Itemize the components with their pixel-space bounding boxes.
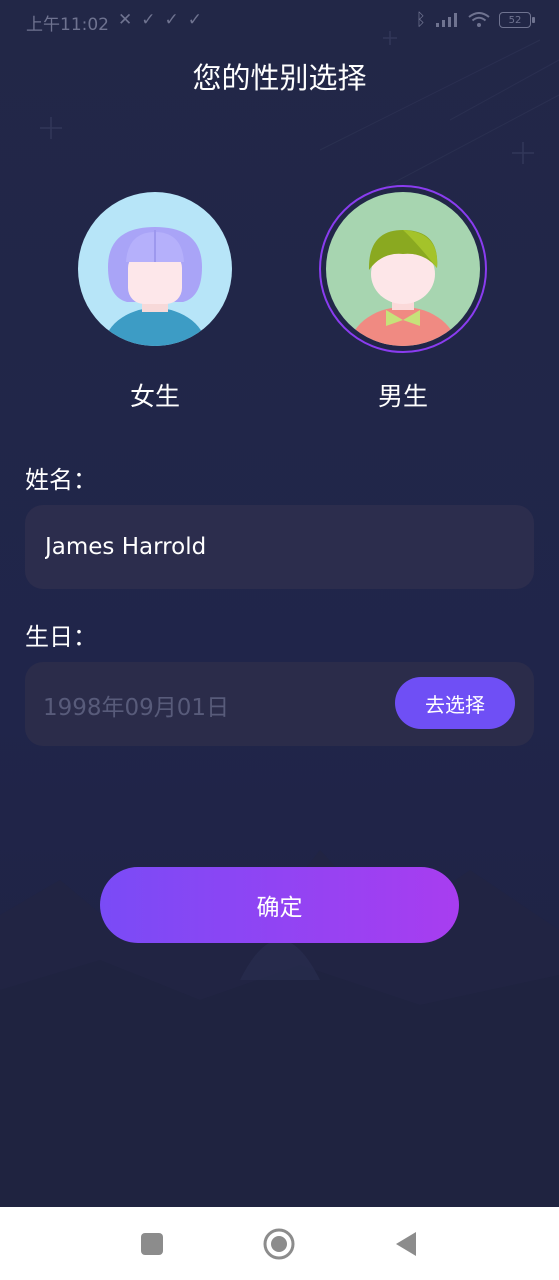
bluetooth-icon: ᛒ — [415, 10, 426, 30]
mute-icon: ✕ — [118, 10, 133, 30]
choose-date-button[interactable]: 去选择 — [395, 677, 515, 729]
page-title: 您的性别选择 — [192, 61, 367, 95]
gender-selection-screen: 上午11:02 ✕ ✓ ✓ ✓ ᛒ 52 您的性别选择 女生 男生 姓名： Ja… — [0, 0, 559, 1280]
back-icon[interactable] — [390, 1227, 424, 1261]
gender-option-female[interactable]: 女生 — [65, 185, 245, 425]
female-avatar-icon — [78, 192, 232, 346]
female-avatar[interactable] — [71, 185, 239, 353]
birthday-value: 1998年09月01日 — [43, 695, 230, 721]
male-avatar[interactable] — [319, 185, 487, 353]
male-label: 男生 — [377, 382, 428, 411]
battery-icon: 52 — [499, 12, 535, 28]
wifi-icon — [468, 12, 490, 27]
status-system-icons: ᛒ 52 — [415, 10, 535, 30]
name-input[interactable] — [43, 533, 517, 561]
home-icon[interactable] — [262, 1227, 296, 1261]
name-field[interactable] — [25, 505, 534, 589]
signal-icon — [436, 13, 457, 27]
status-time: 上午11:02 — [26, 15, 109, 35]
male-avatar-icon — [326, 192, 480, 346]
check-icon: ✓ — [187, 10, 202, 30]
recent-apps-icon[interactable] — [135, 1227, 169, 1261]
background-decoration — [0, 31, 559, 1210]
birthday-label: 生日： — [25, 623, 97, 651]
check-icon: ✓ — [141, 10, 156, 30]
gender-option-male[interactable]: 男生 — [313, 185, 493, 425]
female-label: 女生 — [129, 382, 180, 411]
system-nav-bar — [0, 1207, 559, 1280]
check-icon: ✓ — [164, 10, 179, 30]
confirm-button[interactable]: 确定 — [100, 867, 459, 943]
birthday-field[interactable]: 1998年09月01日 去选择 — [25, 662, 534, 746]
status-bar: 上午11:02 ✕ ✓ ✓ ✓ ᛒ 52 — [0, 0, 559, 42]
name-label: 姓名： — [25, 466, 97, 494]
status-notification-icons: ✕ ✓ ✓ ✓ — [118, 10, 202, 30]
